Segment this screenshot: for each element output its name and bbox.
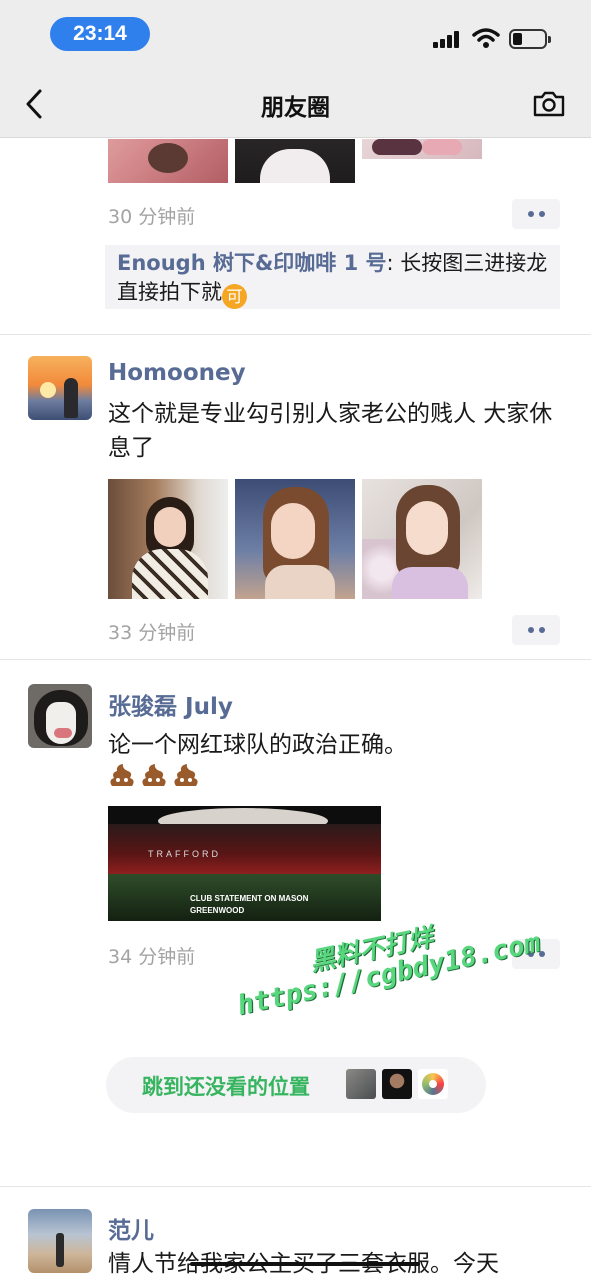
post-images [108,139,482,183]
poop-emoji [140,761,168,789]
post-image[interactable] [362,479,482,599]
author-name[interactable]: 范儿 [108,1211,154,1245]
comment-separator: : [386,251,401,275]
post-text: 这个就是专业勾引别人家老公的贱人 大家休息了 [108,401,553,461]
jump-to-unread-button[interactable]: 跳到还没看的位置 [106,1057,486,1113]
unread-avatar [382,1069,412,1099]
image-caption-line1: CLUB STATEMENT ON MASON [190,894,309,903]
comment-box[interactable]: Enough 树下&印咖啡 1 号: 长按图三进接龙直接拍下就可 [105,245,560,309]
more-actions-button[interactable] [512,199,560,229]
avatar[interactable] [28,356,92,420]
post-image-stadium[interactable]: TRAFFORD CLUB STATEMENT ON MASON GREENWO… [108,806,381,921]
divider [0,334,591,335]
post-time: 33 分钟前 [108,622,196,644]
post-images [108,479,482,599]
emoji-ke: 可 [222,284,247,309]
post-time: 30 分钟前 [108,206,196,228]
jump-label: 跳到还没看的位置 [142,1075,310,1099]
post-image[interactable] [235,139,355,183]
avatar[interactable] [28,1209,92,1273]
post-image[interactable] [108,139,228,183]
poop-emoji-row [108,761,204,793]
stadium-sign: TRAFFORD [148,849,221,859]
divider [0,659,591,660]
signal-icon [433,30,463,48]
nav-bar: 朋友圈 [0,70,591,138]
wifi-icon [472,28,500,48]
post-image[interactable] [235,479,355,599]
poop-emoji [108,761,136,789]
post-image[interactable] [108,479,228,599]
unread-avatar [346,1069,376,1099]
page-title: 朋友圈 [261,95,330,121]
post-text: 论一个网红球队的政治正确。 [108,732,407,758]
author-name[interactable]: Homooney [108,360,246,386]
post-image[interactable] [362,139,482,159]
author-name[interactable]: 张骏磊 July [108,687,233,721]
battery-icon [509,29,551,49]
divider [0,1186,591,1187]
avatar[interactable] [28,684,92,748]
camera-icon[interactable] [532,90,566,118]
image-caption-line2: GREENWOOD [190,906,245,915]
status-time: 23:14 [50,17,150,51]
poop-emoji [172,761,200,789]
strikethrough-mark [190,1262,420,1266]
more-actions-button[interactable] [512,615,560,645]
unread-avatar [418,1069,448,1099]
moments-feed[interactable]: 30 分钟前 Enough 树下&印咖啡 1 号: 长按图三进接龙直接拍下就可 … [0,139,591,1280]
post-time: 34 分钟前 [108,946,196,968]
status-bar: 23:14 [0,0,591,70]
comment-author[interactable]: Enough 树下&印咖啡 1 号 [117,251,387,275]
